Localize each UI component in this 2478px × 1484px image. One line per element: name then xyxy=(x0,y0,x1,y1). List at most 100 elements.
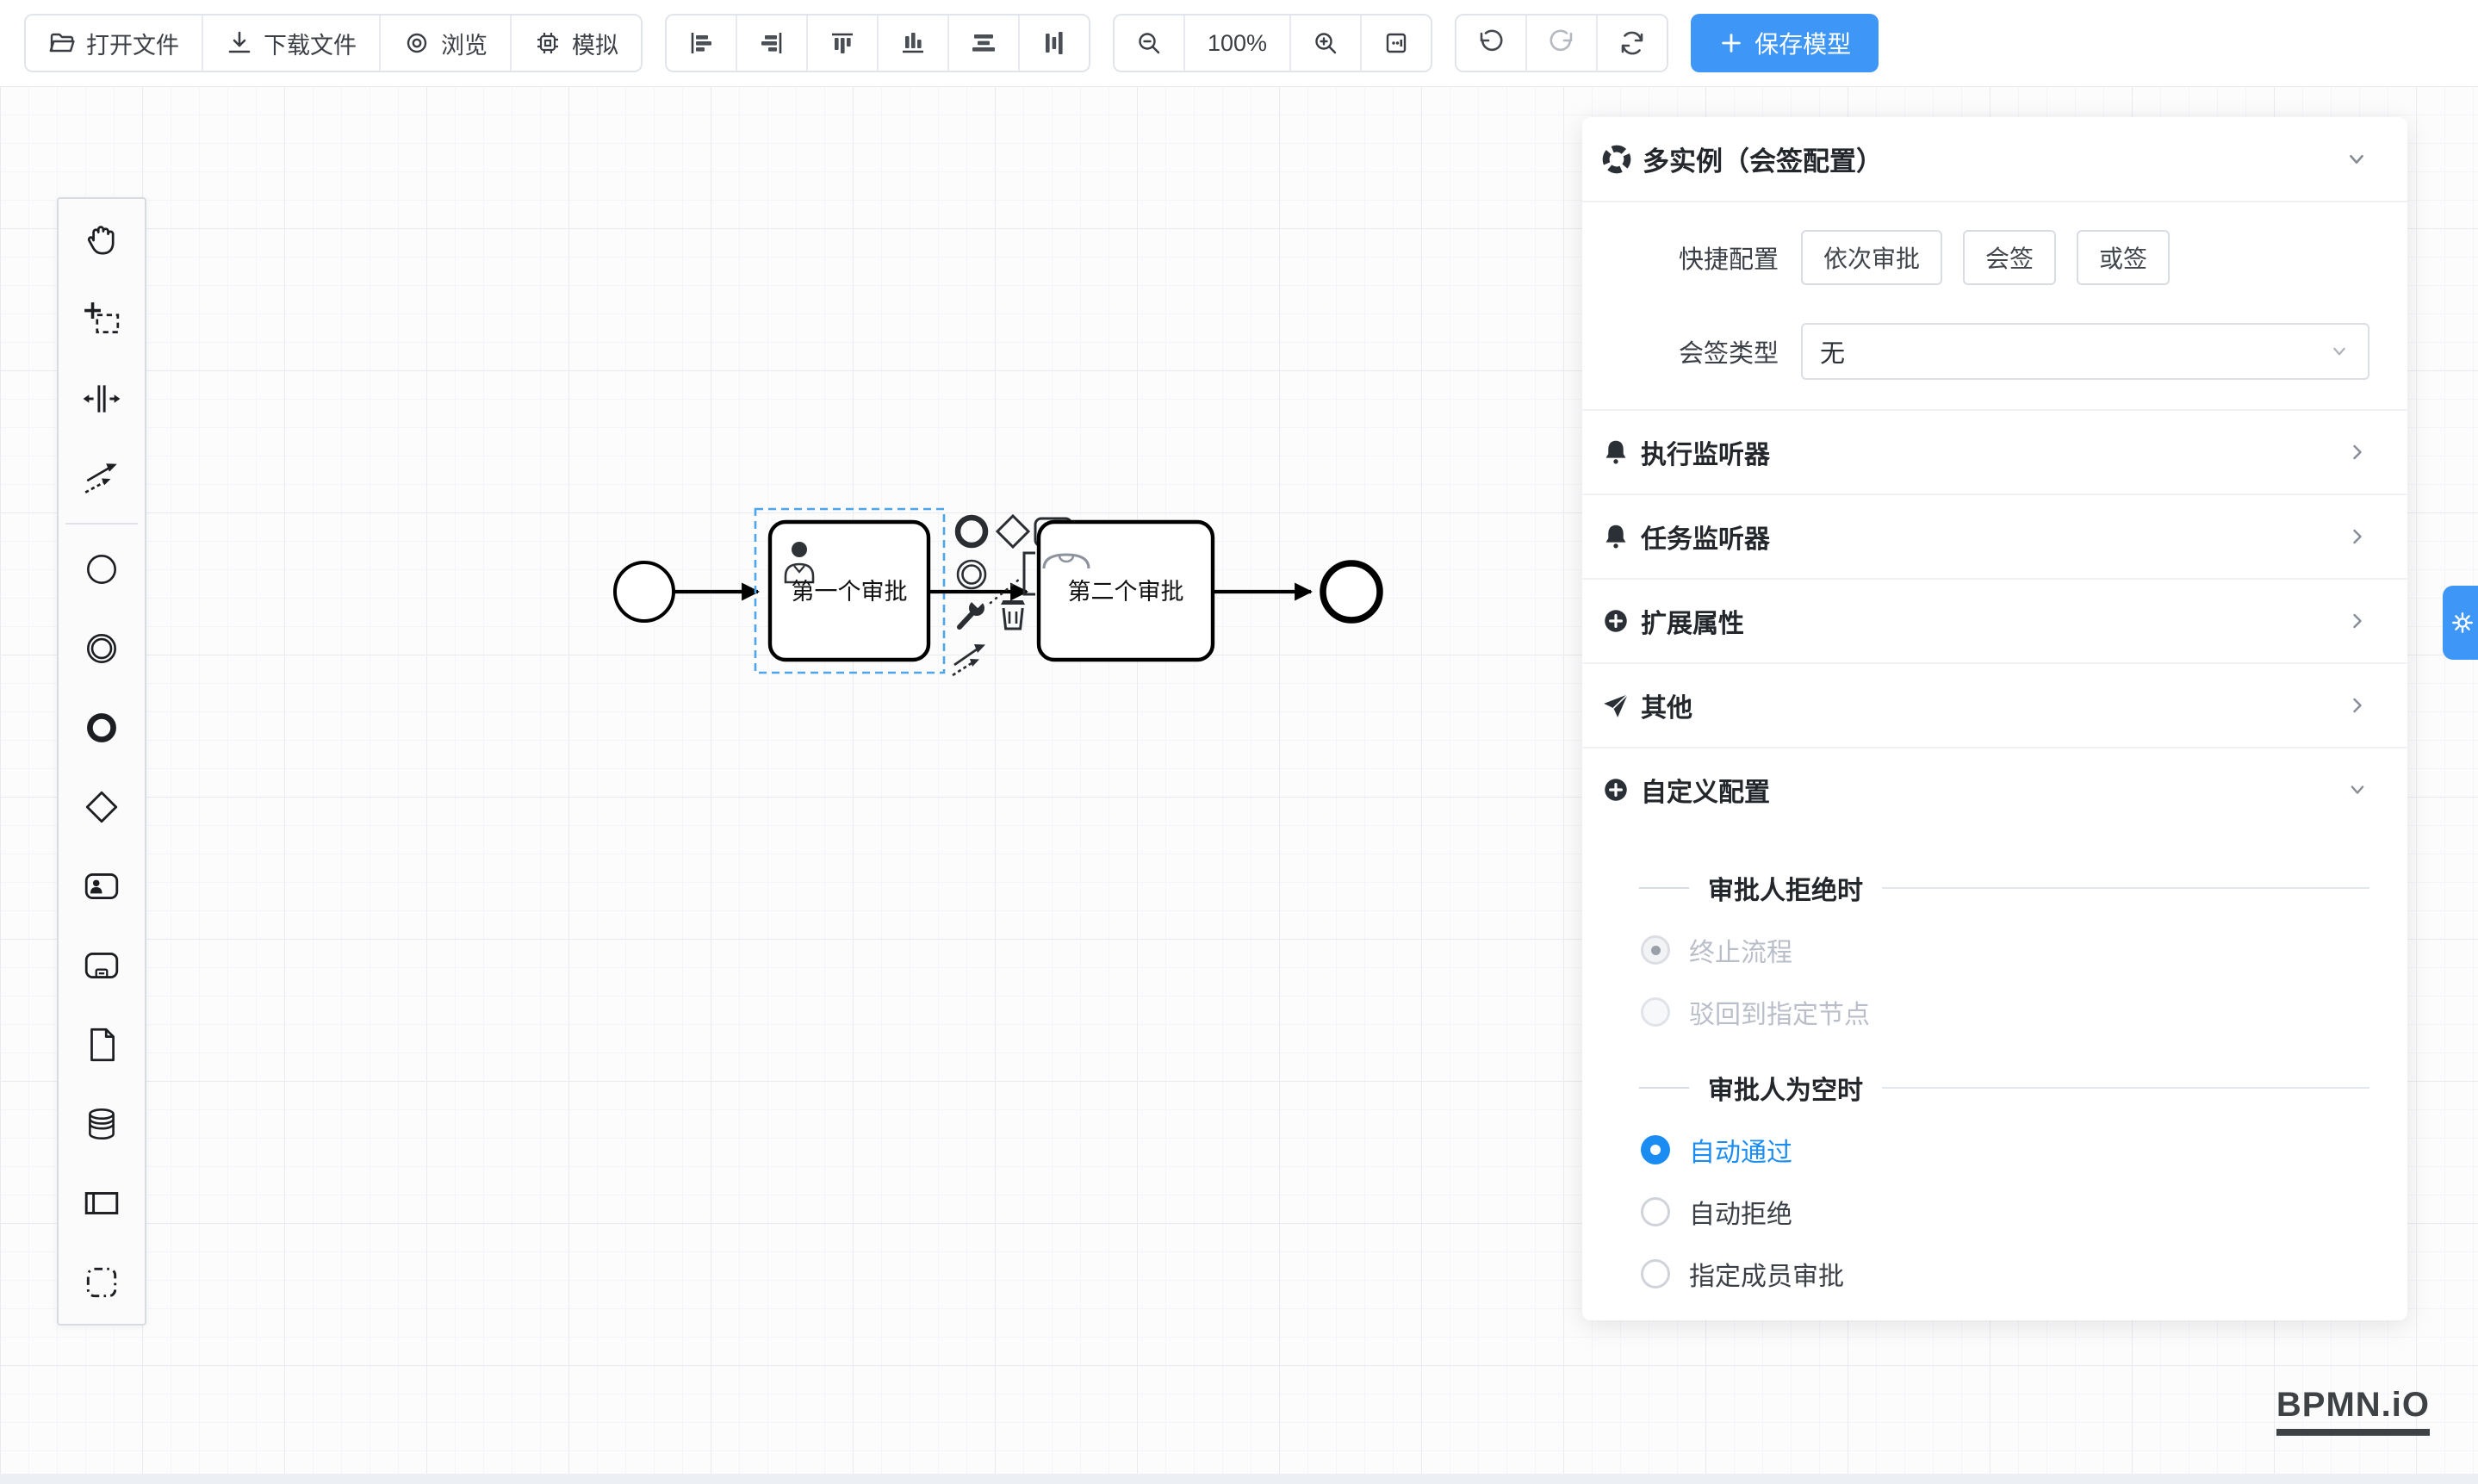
section-task-listener[interactable]: 任务监听器 xyxy=(1582,495,2407,578)
redo-button[interactable] xyxy=(1525,16,1596,71)
bell-icon xyxy=(1601,522,1630,551)
append-text-annotation-button[interactable] xyxy=(991,553,1035,603)
end-event-tool[interactable] xyxy=(59,688,145,767)
chevron-right-icon xyxy=(2345,609,2369,633)
section-label: 自定义配置 xyxy=(1641,771,1770,809)
bpmn-io-logo: BPMN.iO xyxy=(2276,1386,2430,1436)
section-other[interactable]: 其他 xyxy=(1582,664,2407,747)
palette-separator xyxy=(65,523,138,525)
section-label: 任务监听器 xyxy=(1641,518,1770,556)
radio-assign-member[interactable]: 指定成员审批 xyxy=(1641,1255,2407,1293)
user-task-icon xyxy=(82,866,121,906)
fit-viewport-icon xyxy=(1382,29,1410,57)
fit-viewport-button[interactable] xyxy=(1360,16,1431,71)
plus-circle-icon xyxy=(1601,775,1630,804)
zoom-out-button[interactable] xyxy=(1115,16,1183,71)
intermediate-event-tool[interactable] xyxy=(59,609,145,688)
simulate-button[interactable]: 模拟 xyxy=(510,16,641,71)
zoom-in-button[interactable] xyxy=(1289,16,1360,71)
align-center-vertical-icon xyxy=(1040,29,1068,57)
append-gateway-button[interactable] xyxy=(997,516,1028,547)
reject-group-title: 审批人拒绝时 xyxy=(1639,869,2369,907)
user-task-2-shape[interactable]: 第二个审批 xyxy=(1039,522,1213,660)
append-end-event-button[interactable] xyxy=(958,518,985,545)
align-right-button[interactable] xyxy=(736,16,806,71)
section-execution-listener[interactable]: 执行监听器 xyxy=(1582,411,2407,494)
countersign-type-select[interactable]: 无 xyxy=(1801,323,2369,380)
section-label: 扩展属性 xyxy=(1641,602,1744,640)
start-event-tool[interactable] xyxy=(59,530,145,609)
zoom-group: 100% xyxy=(1113,14,1432,72)
align-bottom-button[interactable] xyxy=(877,16,947,71)
append-intermediate-event-button[interactable] xyxy=(958,561,985,588)
preview-icon xyxy=(403,29,431,57)
data-store-icon xyxy=(82,1104,121,1144)
zoom-level[interactable]: 100% xyxy=(1183,16,1289,71)
toolbar: 打开文件 下载文件 浏览 模拟 xyxy=(0,0,2478,86)
radio-terminate-process[interactable]: 终止流程 xyxy=(1641,931,2407,969)
radio-unselected xyxy=(1641,1197,1670,1226)
radio-unselected-disabled xyxy=(1641,997,1670,1027)
subprocess-tool[interactable] xyxy=(59,926,145,1005)
file-actions-group: 打开文件 下载文件 浏览 模拟 xyxy=(24,14,643,72)
hand-tool[interactable] xyxy=(59,201,145,280)
align-center-horizontal-button[interactable] xyxy=(947,16,1018,71)
quick-option-or-sign[interactable]: 或签 xyxy=(2077,230,2170,285)
empty-title-label: 审批人为空时 xyxy=(1708,1069,1863,1107)
undo-button[interactable] xyxy=(1456,16,1525,71)
start-event-shape[interactable] xyxy=(615,562,674,621)
group-icon xyxy=(82,1263,121,1302)
refresh-button[interactable] xyxy=(1596,16,1667,71)
download-file-button[interactable]: 下载文件 xyxy=(202,16,379,71)
align-center-vertical-button[interactable] xyxy=(1018,16,1089,71)
empty-group-title: 审批人为空时 xyxy=(1639,1069,2369,1107)
multi-instance-config-block: 快捷配置 依次审批 会签 或签 会签类型 无 xyxy=(1582,202,2407,409)
align-top-button[interactable] xyxy=(806,16,877,71)
quick-option-countersign[interactable]: 会签 xyxy=(1963,230,2056,285)
group-tool[interactable] xyxy=(59,1243,145,1322)
send-icon xyxy=(1601,691,1630,720)
settings-tab[interactable] xyxy=(2443,586,2478,660)
user-task-tool[interactable] xyxy=(59,847,145,926)
align-left-button[interactable] xyxy=(667,16,736,71)
participant-icon xyxy=(82,1183,121,1223)
radio-return-to-node[interactable]: 驳回到指定节点 xyxy=(1641,993,2407,1031)
connect-button[interactable] xyxy=(953,644,985,675)
subprocess-icon xyxy=(82,946,121,985)
delete-button[interactable] xyxy=(1001,600,1025,629)
task-2-label: 第二个审批 xyxy=(1068,579,1184,605)
panel-header[interactable]: 多实例（会签配置） xyxy=(1582,117,2407,201)
radio-auto-reject[interactable]: 自动拒绝 xyxy=(1641,1193,2407,1231)
align-group xyxy=(665,14,1090,72)
align-bottom-icon xyxy=(899,29,927,57)
change-type-button[interactable] xyxy=(960,594,985,627)
zoom-level-label: 100% xyxy=(1208,30,1267,57)
data-object-icon xyxy=(82,1025,121,1065)
bell-icon xyxy=(1601,438,1630,467)
radio-auto-pass[interactable]: 自动通过 xyxy=(1641,1131,2407,1169)
radio-label: 自动拒绝 xyxy=(1689,1193,1792,1231)
bpmn-modeler-app: 打开文件 下载文件 浏览 模拟 xyxy=(0,0,2478,1484)
space-tool[interactable] xyxy=(59,359,145,438)
section-extended-attributes[interactable]: 扩展属性 xyxy=(1582,580,2407,662)
quick-option-sequential[interactable]: 依次审批 xyxy=(1801,230,1942,285)
data-object-tool[interactable] xyxy=(59,1005,145,1084)
data-store-tool[interactable] xyxy=(59,1084,145,1164)
panel-title: 多实例（会签配置） xyxy=(1643,140,1883,178)
section-custom-config[interactable]: 自定义配置 xyxy=(1582,748,2407,831)
save-model-button[interactable]: 保存模型 xyxy=(1691,14,1879,72)
end-event-shape[interactable] xyxy=(1323,563,1380,620)
chevron-down-icon xyxy=(2345,778,2369,802)
connect-tool[interactable] xyxy=(59,438,145,518)
participant-tool[interactable] xyxy=(59,1164,145,1243)
radio-selected xyxy=(1641,1135,1670,1164)
preview-button[interactable]: 浏览 xyxy=(379,16,510,71)
gateway-tool[interactable] xyxy=(59,767,145,847)
folder-open-icon xyxy=(48,29,76,57)
align-top-icon xyxy=(829,29,856,57)
zoom-in-icon xyxy=(1312,29,1339,57)
open-file-button[interactable]: 打开文件 xyxy=(26,16,202,71)
user-task-1-shape[interactable]: 第一个审批 xyxy=(770,522,928,660)
chevron-down-icon[interactable] xyxy=(2344,146,2369,172)
lasso-tool[interactable] xyxy=(59,280,145,359)
